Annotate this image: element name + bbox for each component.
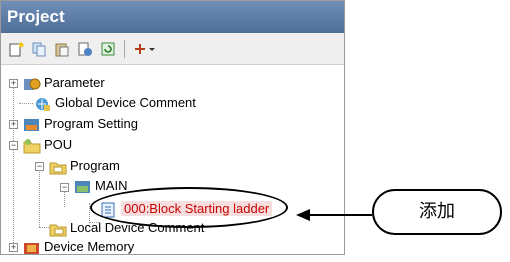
panel-title: Project bbox=[1, 1, 344, 33]
local-comment-folder-icon bbox=[49, 221, 67, 237]
tree-line bbox=[13, 79, 14, 247]
expand-program-setting[interactable]: + bbox=[9, 120, 18, 129]
tree-item-label: POU bbox=[44, 137, 73, 152]
properties-icon[interactable] bbox=[76, 40, 94, 58]
program-setting-icon bbox=[23, 117, 41, 133]
tree-item-label: Program Setting bbox=[44, 116, 138, 131]
callout-label: 添加 bbox=[372, 189, 502, 235]
collapse-program[interactable]: − bbox=[35, 162, 44, 171]
tree-item-label: Device Memory bbox=[44, 239, 135, 254]
tree-line bbox=[19, 103, 33, 104]
expand-parameter[interactable]: + bbox=[9, 79, 18, 88]
program-folder-icon bbox=[49, 159, 67, 175]
tree-item-label: Parameter bbox=[44, 75, 105, 90]
tree-item-device-memory[interactable]: Device Memory bbox=[23, 237, 134, 257]
tree-item-pou[interactable]: POU bbox=[23, 135, 72, 155]
expand-device-memory[interactable]: + bbox=[9, 243, 18, 252]
tree-item-label: Program bbox=[70, 158, 120, 173]
main-program-icon bbox=[74, 179, 92, 195]
refresh-icon[interactable] bbox=[99, 40, 117, 58]
toggle-dropdown-icon[interactable] bbox=[132, 40, 156, 58]
copy-icon[interactable] bbox=[30, 40, 48, 58]
new-item-icon[interactable] bbox=[7, 40, 25, 58]
tree-item-parameter[interactable]: Parameter bbox=[23, 73, 105, 93]
tree-item-label: MAIN bbox=[95, 178, 128, 193]
tree-item-program[interactable]: Program bbox=[49, 156, 120, 176]
paste-icon[interactable] bbox=[53, 40, 71, 58]
parameter-icon bbox=[23, 76, 41, 92]
global-comment-icon bbox=[34, 96, 52, 112]
toolbar-separator bbox=[124, 39, 125, 58]
tree-item-program-setting[interactable]: Program Setting bbox=[23, 114, 138, 134]
device-memory-icon bbox=[23, 240, 41, 256]
collapse-main[interactable]: − bbox=[60, 183, 69, 192]
tree-line bbox=[39, 162, 40, 227]
toolbar bbox=[1, 33, 344, 65]
highlight-ellipse bbox=[90, 187, 288, 228]
pointer-arrow bbox=[296, 209, 372, 221]
tree-item-label: Global Device Comment bbox=[55, 95, 196, 110]
tree-item-global-device-comment[interactable]: Global Device Comment bbox=[34, 93, 196, 113]
pou-folder-icon bbox=[23, 138, 41, 154]
tree-line bbox=[39, 227, 49, 228]
collapse-pou[interactable]: − bbox=[9, 141, 18, 150]
